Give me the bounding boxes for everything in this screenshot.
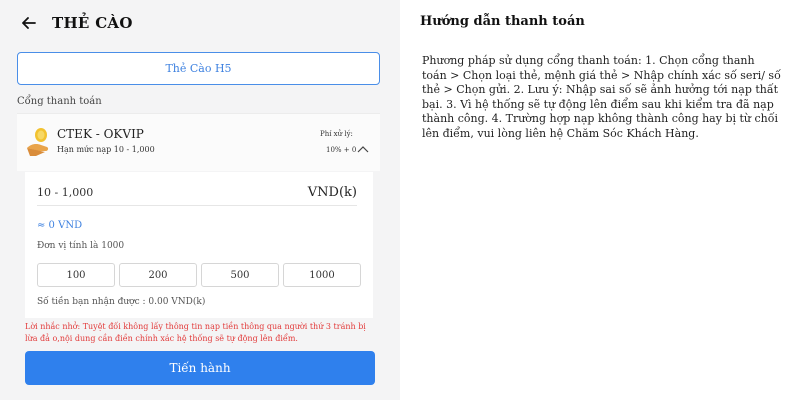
converted-amount: ≈ 0 VND	[37, 220, 83, 231]
gateway-option[interactable]: CTEK - OKVIP Hạn mức nạp 10 - 1,000 Phí …	[17, 113, 380, 171]
gateway-section-label: Cổng thanh toán	[17, 96, 102, 107]
payment-panel: THẺ CÀO Thẻ Cào H5 Cổng thanh toán CTEK …	[0, 0, 400, 400]
preset-button[interactable]: 500	[201, 263, 279, 287]
coin-hand-icon	[25, 126, 51, 158]
amount-form: 10 - 1,000 VND(k) ≈ 0 VND Đơn vị tính là…	[25, 172, 373, 318]
preset-button[interactable]: 200	[119, 263, 197, 287]
page-header: THẺ CÀO	[20, 12, 133, 34]
amount-input[interactable]: 10 - 1,000 VND(k)	[37, 180, 357, 206]
fee-label: Phí xử lý:	[320, 130, 353, 138]
fee-value: 10% + 0	[326, 146, 357, 154]
chevron-up-icon[interactable]	[357, 138, 369, 153]
gateway-name: CTEK - OKVIP	[57, 127, 144, 141]
preset-button[interactable]: 100	[37, 263, 115, 287]
submit-button[interactable]: Tiến hành	[25, 351, 375, 385]
guide-title: Hướng dẫn thanh toán	[420, 14, 585, 29]
amount-placeholder: 10 - 1,000	[37, 186, 94, 199]
page-title: THẺ CÀO	[52, 14, 133, 32]
preset-amounts: 100 200 500 1000	[37, 263, 361, 287]
received-amount: Số tiền bạn nhận được : 0.00 VND(k)	[37, 297, 206, 307]
warning-note: Lời nhắc nhở: Tuyệt đối không lấy thông …	[25, 322, 366, 343]
gateway-limit: Hạn mức nạp 10 - 1,000	[57, 145, 155, 154]
guide-text: Phương pháp sử dụng cổng thanh toán: 1. …	[422, 54, 781, 140]
amount-unit: VND(k)	[307, 185, 357, 200]
preset-button[interactable]: 1000	[283, 263, 361, 287]
guide-panel: Hướng dẫn thanh toán Phương pháp sử dụng…	[400, 0, 800, 400]
tab-card-h5[interactable]: Thẻ Cào H5	[17, 52, 380, 85]
unit-note: Đơn vị tính là 1000	[37, 241, 125, 251]
arrow-left-icon[interactable]	[20, 14, 38, 32]
